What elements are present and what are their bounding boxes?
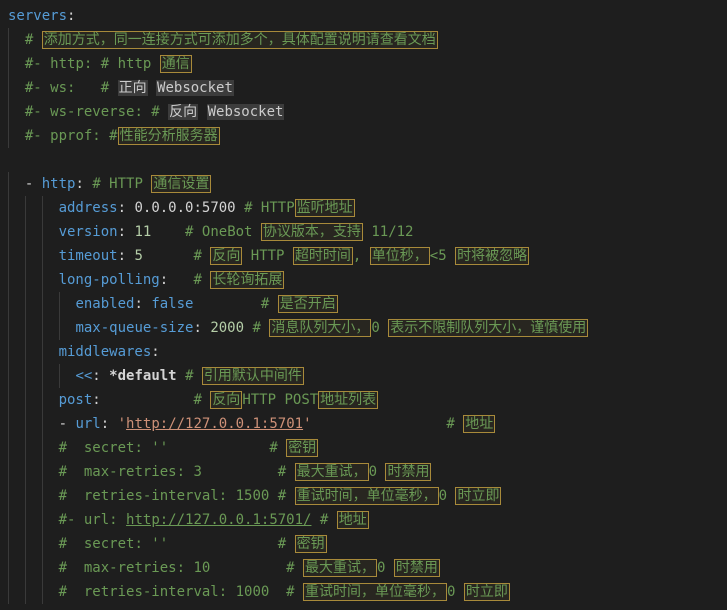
code-line: address: 0.0.0.0:5700 # HTTP监听地址 [0,196,727,220]
code-line: # retries-interval: 1500 # 重试时间，单位毫秒，0 时… [0,484,727,508]
code-line: <<: *default # 引用默认中间件 [0,364,727,388]
code-line: - url: 'http://127.0.0.1:5701' # 地址 [0,412,727,436]
code-line: #- pprof: #性能分析服务器 [0,124,727,148]
code-line: #- http: # http 通信 [0,52,727,76]
code-line: # max-retries: 10 # 最大重试，0 时禁用 [0,556,727,580]
code-line: version: 11 # OneBot 协议版本，支持 11/12 [0,220,727,244]
code-line: # retries-interval: 1000 # 重试时间，单位毫秒，0 时… [0,580,727,604]
yaml-key: servers [8,8,67,24]
code-line: #- ws: # 正向 Websocket [0,76,727,100]
code-line: #- ws-reverse: # 反向 Websocket [0,100,727,124]
code-line: servers: [0,4,727,28]
code-line: # 添加方式，同一连接方式可添加多个，具体配置说明请查看文档 [0,28,727,52]
code-line: post: # 反向HTTP POST地址列表 [0,388,727,412]
code-line: long-polling: # 长轮询拓展 [0,268,727,292]
code-editor[interactable]: servers: # 添加方式，同一连接方式可添加多个，具体配置说明请查看文档 … [0,4,727,604]
code-line: # max-retries: 3 # 最大重试，0 时禁用 [0,460,727,484]
code-line: #- url: http://127.0.0.1:5701/ # 地址 [0,508,727,532]
code-line: # secret: '' # 密钥 [0,532,727,556]
code-line: - http: # HTTP 通信设置 [0,172,727,196]
code-line: # secret: '' # 密钥 [0,436,727,460]
code-line: max-queue-size: 2000 # 消息队列大小，0 表示不限制队列大… [0,316,727,340]
code-line: timeout: 5 # 反向 HTTP 超时时间, 单位秒，<5 时将被忽略 [0,244,727,268]
code-line: enabled: false # 是否开启 [0,292,727,316]
code-line: middlewares: [0,340,727,364]
code-line [0,148,727,172]
